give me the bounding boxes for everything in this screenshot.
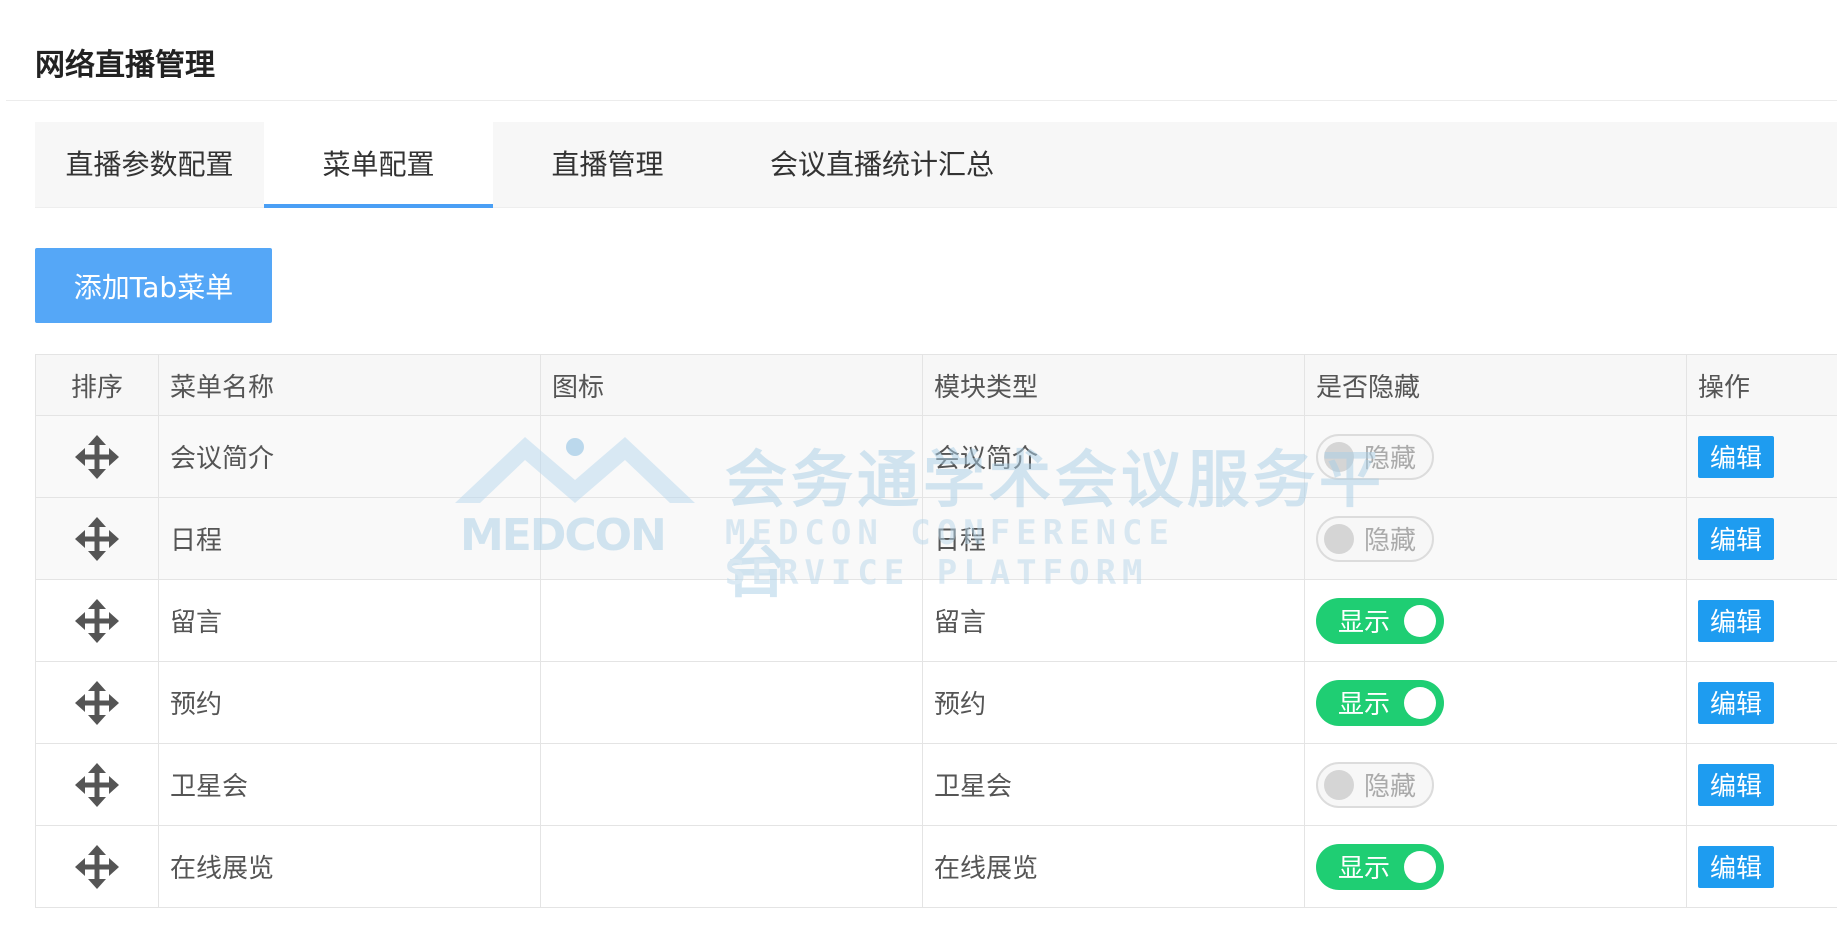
visibility-toggle[interactable]: 隐藏: [1316, 761, 1434, 808]
visibility-cell: 显示: [1305, 826, 1687, 907]
column-header-sort: 排序: [36, 355, 159, 415]
menu-icon-cell: [541, 826, 923, 907]
toggle-knob: [1324, 523, 1354, 554]
menu-icon-cell: [541, 662, 923, 743]
menu-icon-cell: [541, 416, 923, 497]
actions-cell: 编辑: [1687, 826, 1837, 907]
module-type-cell: 日程: [923, 498, 1305, 579]
visibility-cell: 隐藏: [1305, 744, 1687, 825]
toggle-knob: [1404, 686, 1436, 719]
table-row: 留言 留言 显示 编辑: [36, 580, 1837, 662]
actions-cell: 编辑: [1687, 744, 1837, 825]
move-arrows-icon[interactable]: [75, 516, 119, 561]
add-tab-menu-button[interactable]: 添加Tab菜单: [35, 248, 272, 323]
module-type-cell: 会议简介: [923, 416, 1305, 497]
module-type-cell: 卫星会: [923, 744, 1305, 825]
table-row: 卫星会 卫星会 隐藏 编辑: [36, 744, 1837, 826]
edit-button[interactable]: 编辑: [1698, 681, 1774, 724]
table-header-row: 排序 菜单名称 图标 模块类型 是否隐藏 操作: [36, 355, 1837, 416]
visibility-cell: 显示: [1305, 662, 1687, 743]
edit-button[interactable]: 编辑: [1698, 845, 1774, 888]
toggle-knob: [1404, 850, 1436, 883]
visibility-toggle-label: 显示: [1338, 854, 1391, 884]
column-header-module-type: 模块类型: [923, 355, 1305, 415]
menu-name-cell: 预约: [159, 662, 541, 743]
move-arrows-icon[interactable]: [75, 680, 119, 725]
column-header-actions: 操作: [1698, 372, 1751, 403]
move-arrows-icon[interactable]: [75, 598, 119, 643]
visibility-toggle-label: 显示: [1338, 608, 1391, 638]
actions-cell: 编辑: [1687, 662, 1837, 743]
page-title: 网络直播管理: [35, 48, 215, 83]
table-row: 在线展览 在线展览 显示 编辑: [36, 826, 1837, 908]
table-row: 日程 日程 隐藏 编辑: [36, 498, 1837, 580]
visibility-toggle-label: 隐藏: [1364, 526, 1417, 556]
move-arrows-icon[interactable]: [75, 844, 119, 889]
sort-handle-cell: [36, 416, 159, 497]
title-divider: [6, 100, 1837, 101]
edit-button[interactable]: 编辑: [1698, 517, 1774, 560]
sort-handle-cell: [36, 826, 159, 907]
sort-handle-cell: [36, 662, 159, 743]
menu-icon-cell: [541, 580, 923, 661]
live-stream-management-page: 网络直播管理 直播参数配置 菜单配置 直播管理 会议直播统计汇总 添加Tab菜单…: [0, 0, 1837, 926]
visibility-cell: 显示: [1305, 580, 1687, 661]
tab-live-statistics[interactable]: 会议直播统计汇总: [722, 122, 1042, 207]
actions-cell: 编辑: [1687, 498, 1837, 579]
sort-handle-cell: [36, 580, 159, 661]
edit-button[interactable]: 编辑: [1698, 763, 1774, 806]
column-header-icon: 图标: [541, 355, 923, 415]
menu-name-cell: 在线展览: [159, 826, 541, 907]
table-row: 会议简介 会议简介 隐藏 编辑: [36, 416, 1837, 498]
edit-button[interactable]: 编辑: [1698, 435, 1774, 478]
sort-handle-cell: [36, 744, 159, 825]
toggle-knob: [1404, 604, 1436, 637]
visibility-cell: 隐藏: [1305, 416, 1687, 497]
visibility-cell: 隐藏: [1305, 498, 1687, 579]
visibility-toggle[interactable]: 隐藏: [1316, 515, 1434, 562]
menu-table: 排序 菜单名称 图标 模块类型 是否隐藏 操作 会议简介 会议简介 隐藏 编辑 …: [35, 354, 1837, 908]
toggle-knob: [1324, 441, 1354, 472]
tab-menu-config[interactable]: 菜单配置: [264, 122, 493, 208]
sort-handle-cell: [36, 498, 159, 579]
menu-icon-cell: [541, 498, 923, 579]
edit-button[interactable]: 编辑: [1698, 599, 1774, 642]
actions-cell: 编辑: [1687, 416, 1837, 497]
visibility-toggle-label: 显示: [1338, 690, 1391, 720]
tab-bar: 直播参数配置 菜单配置 直播管理 会议直播统计汇总: [35, 122, 1837, 208]
visibility-toggle[interactable]: 显示: [1316, 843, 1444, 890]
column-header-menu-name: 菜单名称: [159, 355, 541, 415]
menu-name-cell: 卫星会: [159, 744, 541, 825]
move-arrows-icon[interactable]: [75, 762, 119, 807]
actions-cell: 编辑: [1687, 580, 1837, 661]
tab-live-params[interactable]: 直播参数配置: [35, 122, 264, 207]
menu-name-cell: 会议简介: [159, 416, 541, 497]
tab-live-management[interactable]: 直播管理: [493, 122, 722, 207]
visibility-toggle[interactable]: 显示: [1316, 679, 1444, 726]
visibility-toggle-label: 隐藏: [1364, 772, 1417, 802]
module-type-cell: 留言: [923, 580, 1305, 661]
column-header-hidden: 是否隐藏: [1305, 355, 1687, 415]
move-arrows-icon[interactable]: [75, 434, 119, 479]
toggle-knob: [1324, 769, 1354, 800]
table-body: 会议简介 会议简介 隐藏 编辑 日程 日程 隐藏 编辑 留言 留言 显示 编辑 …: [36, 416, 1837, 908]
menu-name-cell: 留言: [159, 580, 541, 661]
visibility-toggle-label: 隐藏: [1364, 444, 1417, 474]
module-type-cell: 在线展览: [923, 826, 1305, 907]
menu-icon-cell: [541, 744, 923, 825]
module-type-cell: 预约: [923, 662, 1305, 743]
visibility-toggle[interactable]: 显示: [1316, 597, 1444, 644]
menu-name-cell: 日程: [159, 498, 541, 579]
visibility-toggle[interactable]: 隐藏: [1316, 433, 1434, 480]
table-row: 预约 预约 显示 编辑: [36, 662, 1837, 744]
